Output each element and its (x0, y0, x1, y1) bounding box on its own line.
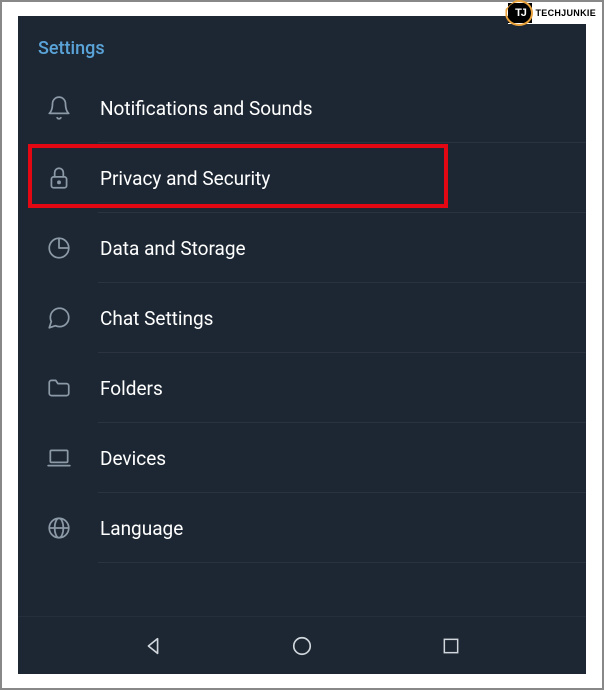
nav-home-button[interactable] (272, 626, 332, 666)
lock-icon (40, 165, 78, 191)
settings-item-label: Data and Storage (100, 237, 246, 260)
folder-icon (40, 375, 78, 401)
settings-item-notifications[interactable]: Notifications and Sounds (18, 73, 586, 143)
settings-item-label: Notifications and Sounds (100, 97, 313, 120)
divider (98, 562, 586, 563)
outer-frame: TJ TECHJUNKIE Settings Notifications and… (0, 0, 604, 690)
settings-item-label: Devices (100, 447, 166, 470)
nav-back-button[interactable] (123, 626, 183, 666)
settings-item-folders[interactable]: Folders (18, 353, 586, 423)
globe-icon (40, 515, 78, 541)
settings-item-label: Privacy and Security (100, 167, 270, 190)
settings-list: Notifications and Sounds Privacy and Sec… (18, 73, 586, 563)
watermark: TJ TECHJUNKIE (508, 2, 600, 24)
pie-icon (40, 235, 78, 261)
watermark-brand: TECHJUNKIE (535, 8, 596, 18)
settings-item-devices[interactable]: Devices (18, 423, 586, 493)
bell-icon (40, 95, 78, 121)
nav-recent-button[interactable] (421, 626, 481, 666)
watermark-logo: TJ (508, 3, 532, 23)
android-nav-bar (18, 616, 586, 674)
settings-section-header: Settings (18, 16, 586, 73)
settings-item-chat[interactable]: Chat Settings (18, 283, 586, 353)
chat-icon (40, 305, 78, 331)
settings-item-label: Folders (100, 377, 163, 400)
screenshot-area: Settings Notifications and Sounds (18, 16, 586, 674)
settings-item-label: Chat Settings (100, 307, 213, 330)
settings-item-privacy[interactable]: Privacy and Security (18, 143, 586, 213)
settings-item-data[interactable]: Data and Storage (18, 213, 586, 283)
settings-item-language[interactable]: Language (18, 493, 586, 563)
settings-item-label: Language (100, 517, 183, 540)
laptop-icon (40, 445, 78, 471)
